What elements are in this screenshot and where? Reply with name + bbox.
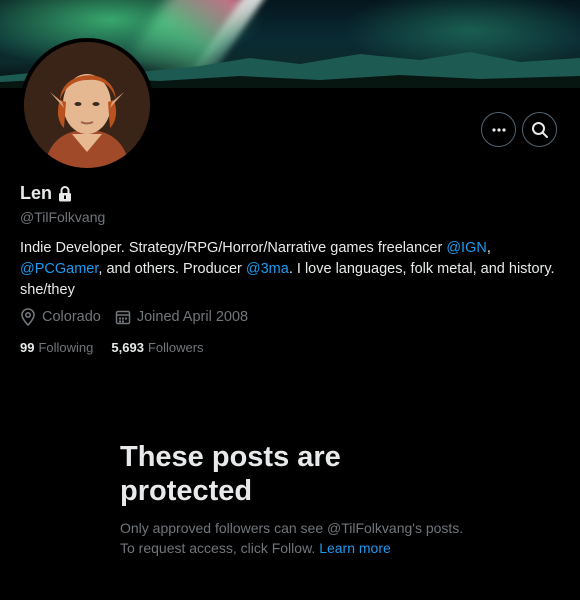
location-item: Colorado: [20, 308, 101, 326]
more-icon: [491, 127, 506, 132]
mention-link-pcgamer[interactable]: @PCGamer: [20, 261, 98, 277]
lock-icon: [59, 185, 72, 201]
calendar-icon: [115, 310, 131, 325]
learn-more-link[interactable]: Learn more: [319, 540, 391, 556]
more-options-button[interactable]: [481, 112, 516, 147]
search-icon: [531, 121, 548, 138]
mention-link-3ma[interactable]: @3ma: [246, 261, 289, 277]
following-link[interactable]: 99 Following: [20, 340, 93, 355]
location-icon: [21, 308, 35, 326]
joined-item: Joined April 2008: [115, 309, 248, 325]
search-button[interactable]: [522, 112, 557, 147]
mention-link-ign[interactable]: @IGN: [446, 240, 487, 256]
bio-text: ,: [486, 240, 491, 256]
avatar[interactable]: [20, 38, 154, 172]
protected-title: These posts are protected: [120, 441, 341, 507]
profile-bio: Indie Developer. Strategy/RPG/Horror/Nar…: [20, 238, 565, 301]
followers-count: 5,693: [111, 340, 144, 355]
display-name: Len: [20, 183, 53, 203]
protected-text: Only approved followers can see @TilFolk…: [120, 520, 464, 556]
username-handle: @TilFolkvang: [20, 209, 106, 225]
location-text: Colorado: [42, 309, 101, 325]
following-count: 99: [20, 340, 35, 355]
bio-text: Indie Developer. Strategy/RPG/Horror/Nar…: [20, 240, 447, 256]
followers-label: Followers: [147, 340, 204, 355]
protected-description: Only approved followers can see @TilFolk…: [120, 518, 480, 558]
followers-link[interactable]: 5,693 Followers: [111, 340, 203, 355]
follow-stats: 99 Following 5,693 Followers: [20, 340, 222, 355]
protected-notice: These posts are protected Only approved …: [120, 440, 480, 558]
following-label: Following: [38, 340, 94, 355]
bio-text: , and others. Producer: [98, 261, 246, 277]
name-row: Len: [20, 183, 72, 204]
joined-text: Joined April 2008: [136, 309, 249, 325]
avatar-portrait: [24, 42, 150, 168]
profile-meta: Colorado Joined April 2008: [20, 308, 262, 326]
